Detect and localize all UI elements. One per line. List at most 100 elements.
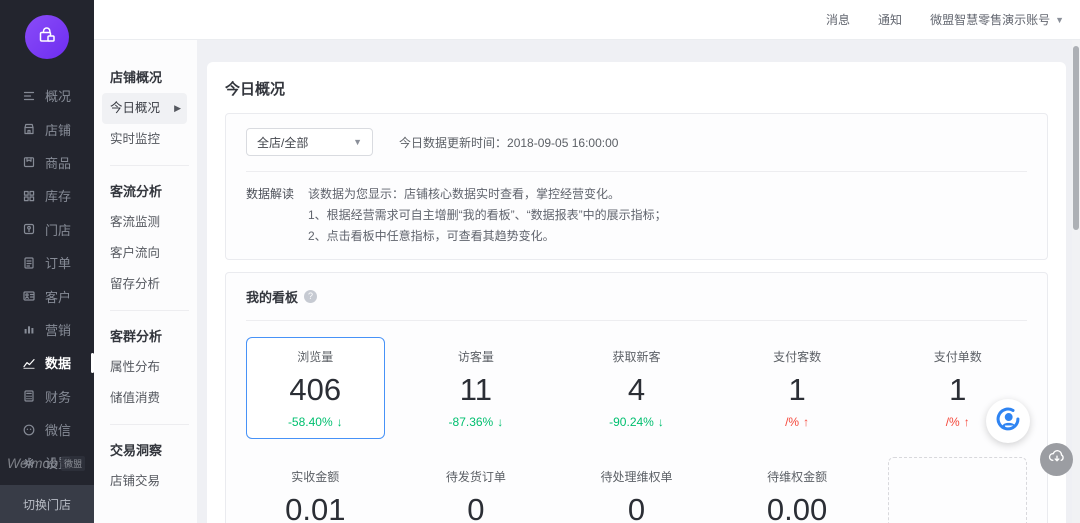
shop-icon bbox=[22, 122, 37, 137]
main-content-card: 今日概况 全店/全部 ▼ 今日数据更新时间：2018-09-05 16:00:0… bbox=[207, 62, 1066, 523]
sidebar-item-data[interactable]: 数据 bbox=[0, 346, 94, 379]
sidebar-item-label: 客户 bbox=[45, 287, 71, 306]
my-board-panel: 我的看板 ? 浏览量406-58.40%↓访客量11-87.36%↓获取新客4-… bbox=[225, 272, 1048, 523]
sidebar-item-orders[interactable]: 订单 bbox=[0, 246, 94, 279]
menu-item-attribute-distribution[interactable]: 属性分布 bbox=[110, 352, 189, 383]
menu-item-store-transaction[interactable]: 店铺交易 bbox=[110, 466, 189, 497]
sidebar-item-wechat[interactable]: 微信 bbox=[0, 413, 94, 446]
account-name: 微盟智慧零售演示账号 bbox=[930, 11, 1050, 28]
menu-item-realtime-monitor[interactable]: 实时监控 bbox=[110, 124, 189, 155]
insight-label: 数据解读 bbox=[246, 184, 308, 247]
menu-item-stored-value-consumption[interactable]: 储值消费 bbox=[110, 383, 189, 414]
metric-card-received-amount[interactable]: 实收金额0.010.00%↓ bbox=[246, 457, 385, 523]
chevron-down-icon: ▼ bbox=[1055, 15, 1064, 25]
store-icon bbox=[22, 222, 37, 237]
data-icon bbox=[22, 355, 37, 370]
select-caret-icon: ▼ bbox=[353, 137, 362, 147]
sidebar-item-goods[interactable]: 商品 bbox=[0, 146, 94, 179]
finance-icon bbox=[22, 389, 37, 404]
weimob-logo[interactable] bbox=[25, 15, 69, 59]
insight-line: 2、点击看板中任意指标，可查看其趋势变化。 bbox=[308, 226, 667, 247]
metric-label: 访客量 bbox=[458, 348, 494, 365]
metric-card-paying-customers[interactable]: 支付客数1/%↑ bbox=[728, 337, 867, 439]
add-metric-card[interactable]: + bbox=[888, 457, 1027, 523]
metric-label: 支付客数 bbox=[773, 348, 821, 365]
menu-item-customer-flow[interactable]: 客户流向 bbox=[110, 238, 189, 269]
arrow-up-icon: ↑ bbox=[803, 415, 809, 429]
metric-card-pending-dispute-amount[interactable]: 待维权金额0.000.00%↓ bbox=[728, 457, 867, 523]
weimob-watermark: Weimob微盟 bbox=[7, 455, 85, 471]
marketing-icon bbox=[22, 322, 37, 337]
menu-section-title: 店铺概况 bbox=[110, 62, 189, 93]
board-title: 我的看板 bbox=[246, 287, 298, 306]
customer-service-icon bbox=[994, 405, 1022, 438]
app-window: 概况店铺商品库存门店订单客户营销数据财务微信设置 Weimob微盟 切换门店 消… bbox=[0, 0, 1080, 523]
arrow-up-icon: ↑ bbox=[964, 415, 970, 429]
customer-icon bbox=[22, 289, 37, 304]
order-icon bbox=[22, 255, 37, 270]
menu-item-label: 实时监控 bbox=[110, 132, 160, 146]
sidebar-item-overview[interactable]: 概况 bbox=[0, 79, 94, 112]
menu-section-customer-group-analysis: 客群分析属性分布储值消费 bbox=[110, 310, 189, 414]
insight-lines: 该数据为您显示：店铺核心数据实时查看，掌控经营变化。1、根据经营需求可自主增删“… bbox=[308, 184, 667, 247]
sidebar-item-marketing[interactable]: 营销 bbox=[0, 313, 94, 346]
customer-service-button[interactable] bbox=[986, 399, 1030, 443]
metric-label: 获取新客 bbox=[612, 348, 660, 365]
sidebar-item-customers[interactable]: 客户 bbox=[0, 279, 94, 312]
metric-label: 浏览量 bbox=[297, 348, 333, 365]
sidebar-item-label: 财务 bbox=[45, 387, 71, 406]
sidebar-item-shop[interactable]: 店铺 bbox=[0, 112, 94, 145]
insight-line: 该数据为您显示：店铺核心数据实时查看，掌控经营变化。 bbox=[308, 184, 667, 205]
metric-delta: -58.40%↓ bbox=[288, 415, 343, 429]
sidebar-nav: 概况店铺商品库存门店订单客户营销数据财务微信设置 bbox=[0, 79, 94, 480]
arrow-down-icon: ↓ bbox=[658, 415, 664, 429]
metric-delta: -87.36%↓ bbox=[449, 415, 504, 429]
menu-item-retention-analysis[interactable]: 留存分析 bbox=[110, 269, 189, 300]
menu-item-label: 储值消费 bbox=[110, 391, 160, 405]
sidebar-item-label: 营销 bbox=[45, 320, 71, 339]
store-filter-select[interactable]: 全店/全部 ▼ bbox=[246, 128, 373, 156]
metrics-grid: 浏览量406-58.40%↓访客量11-87.36%↓获取新客4-90.24%↓… bbox=[246, 337, 1027, 523]
cloud-download-icon bbox=[1047, 447, 1067, 472]
shopping-bags-icon bbox=[35, 23, 59, 52]
sidebar-item-label: 库存 bbox=[45, 186, 71, 205]
arrow-down-icon: ↓ bbox=[337, 415, 343, 429]
menu-section-transaction-insight: 交易洞察店铺交易 bbox=[110, 424, 189, 497]
metric-value: 406 bbox=[289, 372, 341, 408]
metric-card-pending-disputes[interactable]: 待处理维权单0/%↑ bbox=[567, 457, 706, 523]
today-overview-panel: 全店/全部 ▼ 今日数据更新时间：2018-09-05 16:00:00 数据解… bbox=[225, 113, 1048, 260]
menu-section-traffic-analysis: 客流分析客流监测客户流向留存分析 bbox=[110, 165, 189, 300]
question-circle-icon[interactable]: ? bbox=[304, 290, 317, 303]
account-menu[interactable]: 微盟智慧零售演示账号 ▼ bbox=[930, 11, 1064, 28]
metric-card-orders-to-ship[interactable]: 待发货订单0/%↑ bbox=[407, 457, 546, 523]
metric-value: 0 bbox=[628, 492, 645, 523]
menu-item-label: 客流监测 bbox=[110, 215, 160, 229]
sidebar-item-label: 订单 bbox=[45, 253, 71, 272]
metric-label: 待处理维权单 bbox=[600, 468, 672, 485]
sidebar-item-label: 店铺 bbox=[45, 120, 71, 139]
metric-card-page-views[interactable]: 浏览量 406 -58.40%↓ bbox=[246, 337, 385, 439]
notifications-link[interactable]: 通知 bbox=[878, 11, 902, 28]
chevron-right-icon: ▶ bbox=[174, 93, 181, 124]
metric-value: 1 bbox=[788, 372, 805, 408]
metric-card-new-customers[interactable]: 获取新客4-90.24%↓ bbox=[567, 337, 706, 439]
scrollbar-track[interactable] bbox=[1072, 40, 1080, 523]
messages-link[interactable]: 消息 bbox=[826, 11, 850, 28]
metric-delta: /%↑ bbox=[946, 415, 970, 429]
metric-value: 0.00 bbox=[767, 492, 827, 523]
metric-value: 1 bbox=[949, 372, 966, 408]
download-button[interactable] bbox=[1040, 443, 1073, 476]
sidebar-item-finance[interactable]: 财务 bbox=[0, 380, 94, 413]
sidebar-item-stores[interactable]: 门店 bbox=[0, 213, 94, 246]
menu-item-today-overview[interactable]: 今日概况▶ bbox=[102, 93, 187, 124]
switch-store-button[interactable]: 切换门店 bbox=[0, 485, 94, 523]
sidebar-item-inventory[interactable]: 库存 bbox=[0, 179, 94, 212]
sidebar-item-label: 数据 bbox=[45, 353, 71, 372]
menu-section-title: 交易洞察 bbox=[110, 435, 189, 466]
update-time: 今日数据更新时间：2018-09-05 16:00:00 bbox=[399, 134, 618, 151]
metric-value: 0.01 bbox=[285, 492, 345, 523]
scrollbar-thumb[interactable] bbox=[1073, 46, 1079, 230]
menu-item-traffic-monitor[interactable]: 客流监测 bbox=[110, 207, 189, 238]
secondary-menu: 店铺概况今日概况▶实时监控客流分析客流监测客户流向留存分析客群分析属性分布储值消… bbox=[94, 40, 197, 523]
metric-card-visitors[interactable]: 访客量11-87.36%↓ bbox=[407, 337, 546, 439]
